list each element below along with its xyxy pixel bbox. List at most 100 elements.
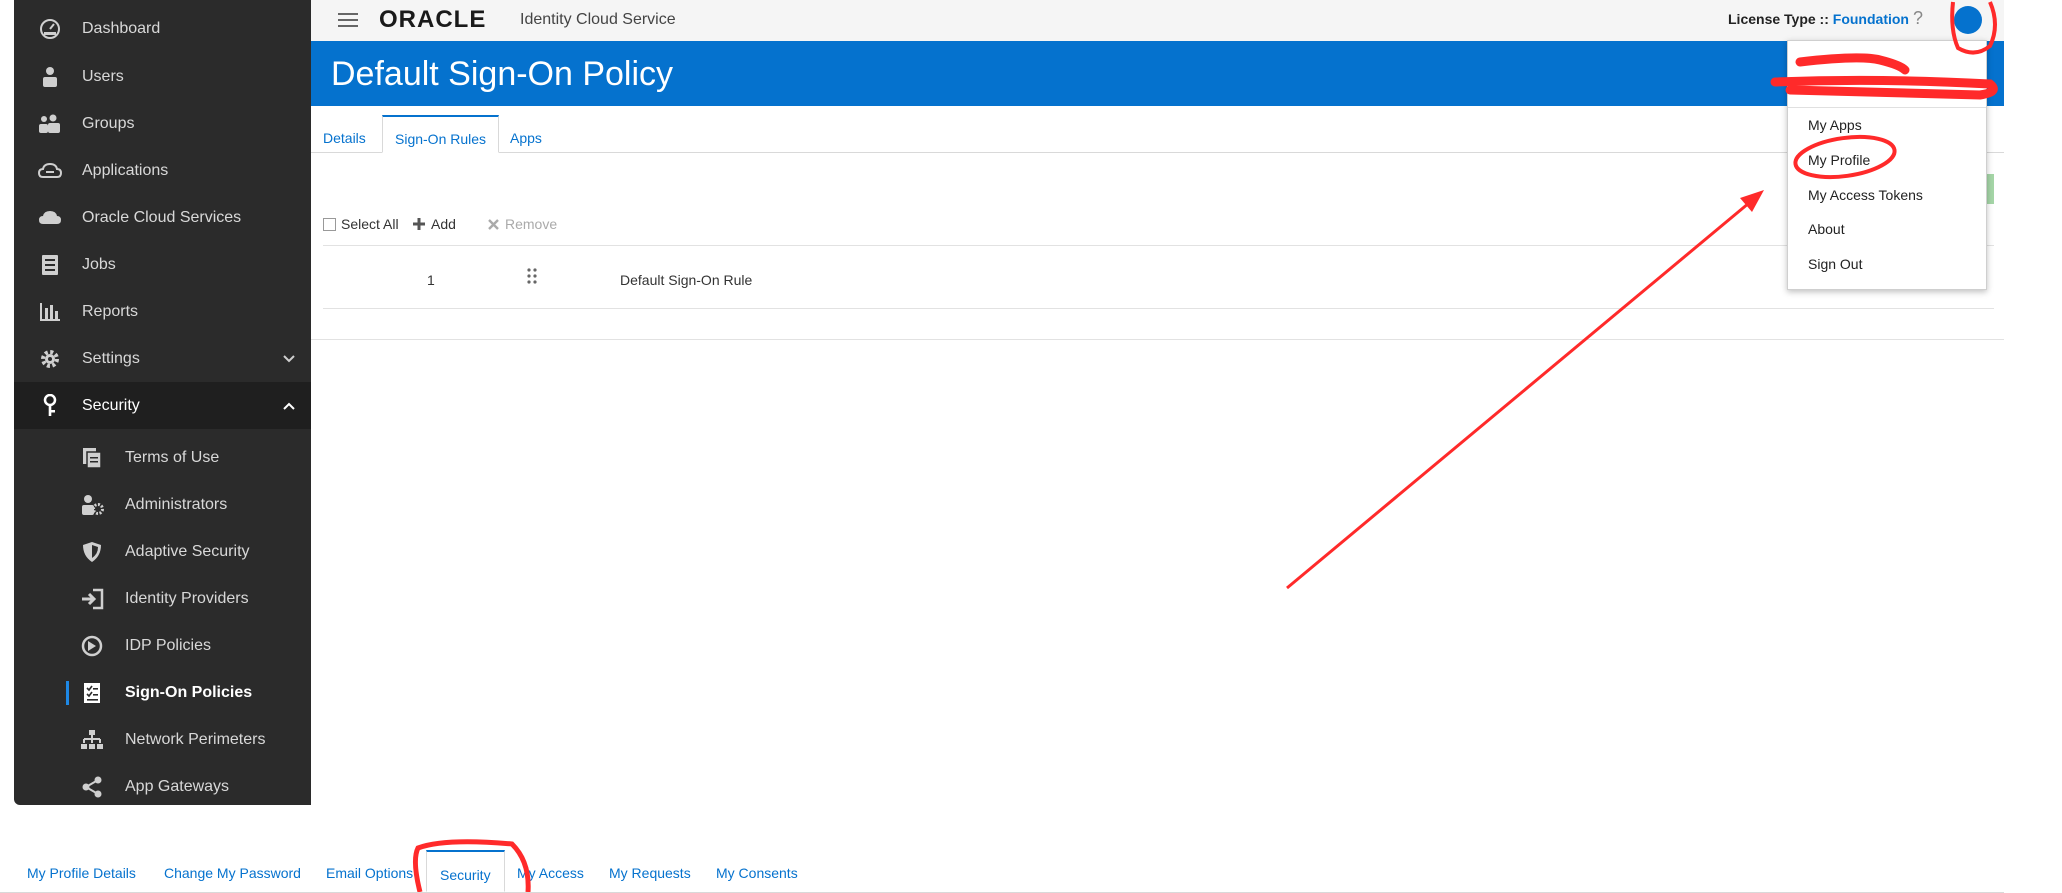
sidebar-item-dashboard[interactable]: Dashboard — [14, 5, 311, 52]
tab-my-profile-details[interactable]: My Profile Details — [27, 865, 136, 881]
profile-tabs: My Profile Details Change My Password Em… — [0, 846, 2004, 893]
user-name-header — [1788, 41, 1986, 108]
user-icon — [38, 65, 62, 89]
add-label: Add — [431, 216, 456, 232]
sidebar-item-terms-of-use[interactable]: Terms of Use — [14, 434, 311, 481]
chevron-down-icon — [283, 354, 295, 362]
menu-item-my-apps[interactable]: My Apps — [1808, 117, 1862, 133]
share-icon — [80, 775, 104, 799]
sidebar-item-users[interactable]: Users — [14, 53, 311, 100]
help-icon[interactable]: ? — [1913, 8, 1923, 29]
drag-handle-icon[interactable] — [527, 268, 537, 284]
sidebar-subitem-label: Network Perimeters — [125, 730, 266, 748]
sidebar-item-label: Security — [82, 396, 140, 414]
menu-item-my-access-tokens[interactable]: My Access Tokens — [1808, 187, 1923, 203]
checklist-icon — [80, 681, 104, 705]
sidebar-item-label: Oracle Cloud Services — [82, 208, 242, 226]
sidebar-item-network-perimeters[interactable]: Network Perimeters — [14, 716, 311, 763]
sidebar-item-reports[interactable]: Reports — [14, 288, 311, 335]
sign-in-icon — [80, 587, 104, 611]
jobs-icon — [38, 253, 62, 277]
sidebar-subitem-label: Sign-On Policies — [125, 683, 253, 701]
tab-my-requests[interactable]: My Requests — [609, 865, 691, 881]
gear-icon — [38, 347, 62, 371]
sidebar-subitem-label: Terms of Use — [125, 448, 220, 466]
sidebar: Dashboard Users Groups Applications Orac… — [14, 0, 311, 805]
sidebar-item-adaptive-security[interactable]: Adaptive Security — [14, 528, 311, 575]
key-icon — [38, 393, 62, 418]
current-item-indicator — [66, 681, 69, 705]
cloud-icon — [38, 206, 62, 230]
document-icon — [80, 446, 104, 470]
tab-email-options[interactable]: Email Options — [326, 865, 413, 881]
sidebar-item-settings[interactable]: Settings — [14, 335, 311, 382]
sidebar-item-security[interactable]: Security — [14, 382, 311, 429]
dashboard-icon — [38, 17, 62, 41]
remove-button[interactable]: Remove — [487, 216, 557, 232]
idp-policy-icon — [80, 634, 104, 658]
sidebar-item-label: Settings — [82, 349, 140, 367]
tab-my-consents[interactable]: My Consents — [716, 865, 798, 881]
close-icon — [488, 218, 499, 230]
remove-label: Remove — [505, 216, 558, 232]
page-title-band: Default Sign-On Policy — [311, 41, 2004, 106]
top-header: ORACLE Identity Cloud Service License Ty… — [311, 0, 2004, 41]
chevron-up-icon — [283, 402, 295, 410]
license-label: License Type :: — [1728, 11, 1829, 27]
menu-item-sign-out[interactable]: Sign Out — [1808, 256, 1862, 272]
add-button[interactable]: Add — [412, 216, 456, 232]
admin-icon — [80, 493, 104, 517]
license-type: License Type :: Foundation — [1728, 11, 1909, 27]
sidebar-item-label: Jobs — [82, 255, 116, 273]
tab-sign-on-rules[interactable]: Sign-On Rules — [382, 115, 500, 153]
tab-details[interactable]: Details — [311, 115, 378, 151]
sidebar-item-label: Applications — [82, 161, 169, 179]
oracle-logo: ORACLE — [379, 6, 487, 33]
sidebar-item-idp-policies[interactable]: IDP Policies — [14, 622, 311, 669]
sidebar-item-groups[interactable]: Groups — [14, 100, 311, 147]
divider — [311, 339, 2004, 340]
checkbox[interactable] — [323, 217, 336, 231]
product-name: Identity Cloud Service — [520, 11, 676, 28]
hamburger-menu-icon[interactable] — [338, 12, 358, 28]
tab-security[interactable]: Security — [426, 850, 505, 892]
select-all-label: Select All — [341, 216, 399, 232]
policy-tabs: Details Sign-On Rules Apps — [311, 115, 2004, 153]
sidebar-item-oracle-cloud-services[interactable]: Oracle Cloud Services — [14, 194, 311, 241]
arrow-head — [1740, 190, 1764, 212]
sidebar-subitem-label: App Gateways — [125, 777, 230, 795]
tab-apps[interactable]: Apps — [498, 115, 554, 151]
sidebar-item-identity-providers[interactable]: Identity Providers — [14, 575, 311, 622]
sidebar-subitem-label: IDP Policies — [125, 636, 211, 654]
network-icon — [80, 728, 104, 752]
shield-icon — [80, 540, 104, 564]
rule-name[interactable]: Default Sign-On Rule — [620, 272, 752, 288]
sidebar-item-applications[interactable]: Applications — [14, 147, 311, 194]
sidebar-subitem-label: Identity Providers — [125, 589, 249, 607]
sidebar-item-administrators[interactable]: Administrators — [14, 481, 311, 528]
sidebar-subitem-label: Adaptive Security — [125, 542, 250, 560]
user-avatar-button[interactable] — [1954, 6, 1982, 34]
user-menu-dropdown: My Apps My Profile My Access Tokens Abou… — [1787, 40, 1987, 290]
cloud-outline-icon — [38, 159, 62, 183]
tab-change-my-password[interactable]: Change My Password — [164, 865, 301, 881]
sidebar-item-label: Groups — [82, 114, 135, 132]
page-title: Default Sign-On Policy — [331, 55, 674, 93]
sidebar-item-jobs[interactable]: Jobs — [14, 241, 311, 288]
rule-order: 1 — [427, 272, 435, 288]
sidebar-item-label: Dashboard — [82, 19, 161, 37]
sidebar-item-label: Users — [82, 67, 124, 85]
bar-chart-icon — [38, 300, 62, 324]
plus-icon — [413, 218, 425, 230]
sidebar-subitem-label: Administrators — [125, 495, 228, 513]
license-value: Foundation — [1832, 11, 1909, 27]
sidebar-item-sign-on-policies[interactable]: Sign-On Policies — [14, 669, 311, 716]
groups-icon — [38, 112, 62, 136]
sidebar-item-label: Reports — [82, 302, 139, 320]
select-all-checkbox[interactable]: Select All — [323, 216, 399, 232]
menu-item-about[interactable]: About — [1808, 221, 1845, 237]
sidebar-item-app-gateways[interactable]: App Gateways — [14, 763, 311, 805]
tab-my-access[interactable]: My Access — [517, 865, 584, 881]
table-row[interactable]: 1 Default Sign-On Rule — [323, 245, 1994, 309]
menu-item-my-profile[interactable]: My Profile — [1808, 152, 1870, 168]
